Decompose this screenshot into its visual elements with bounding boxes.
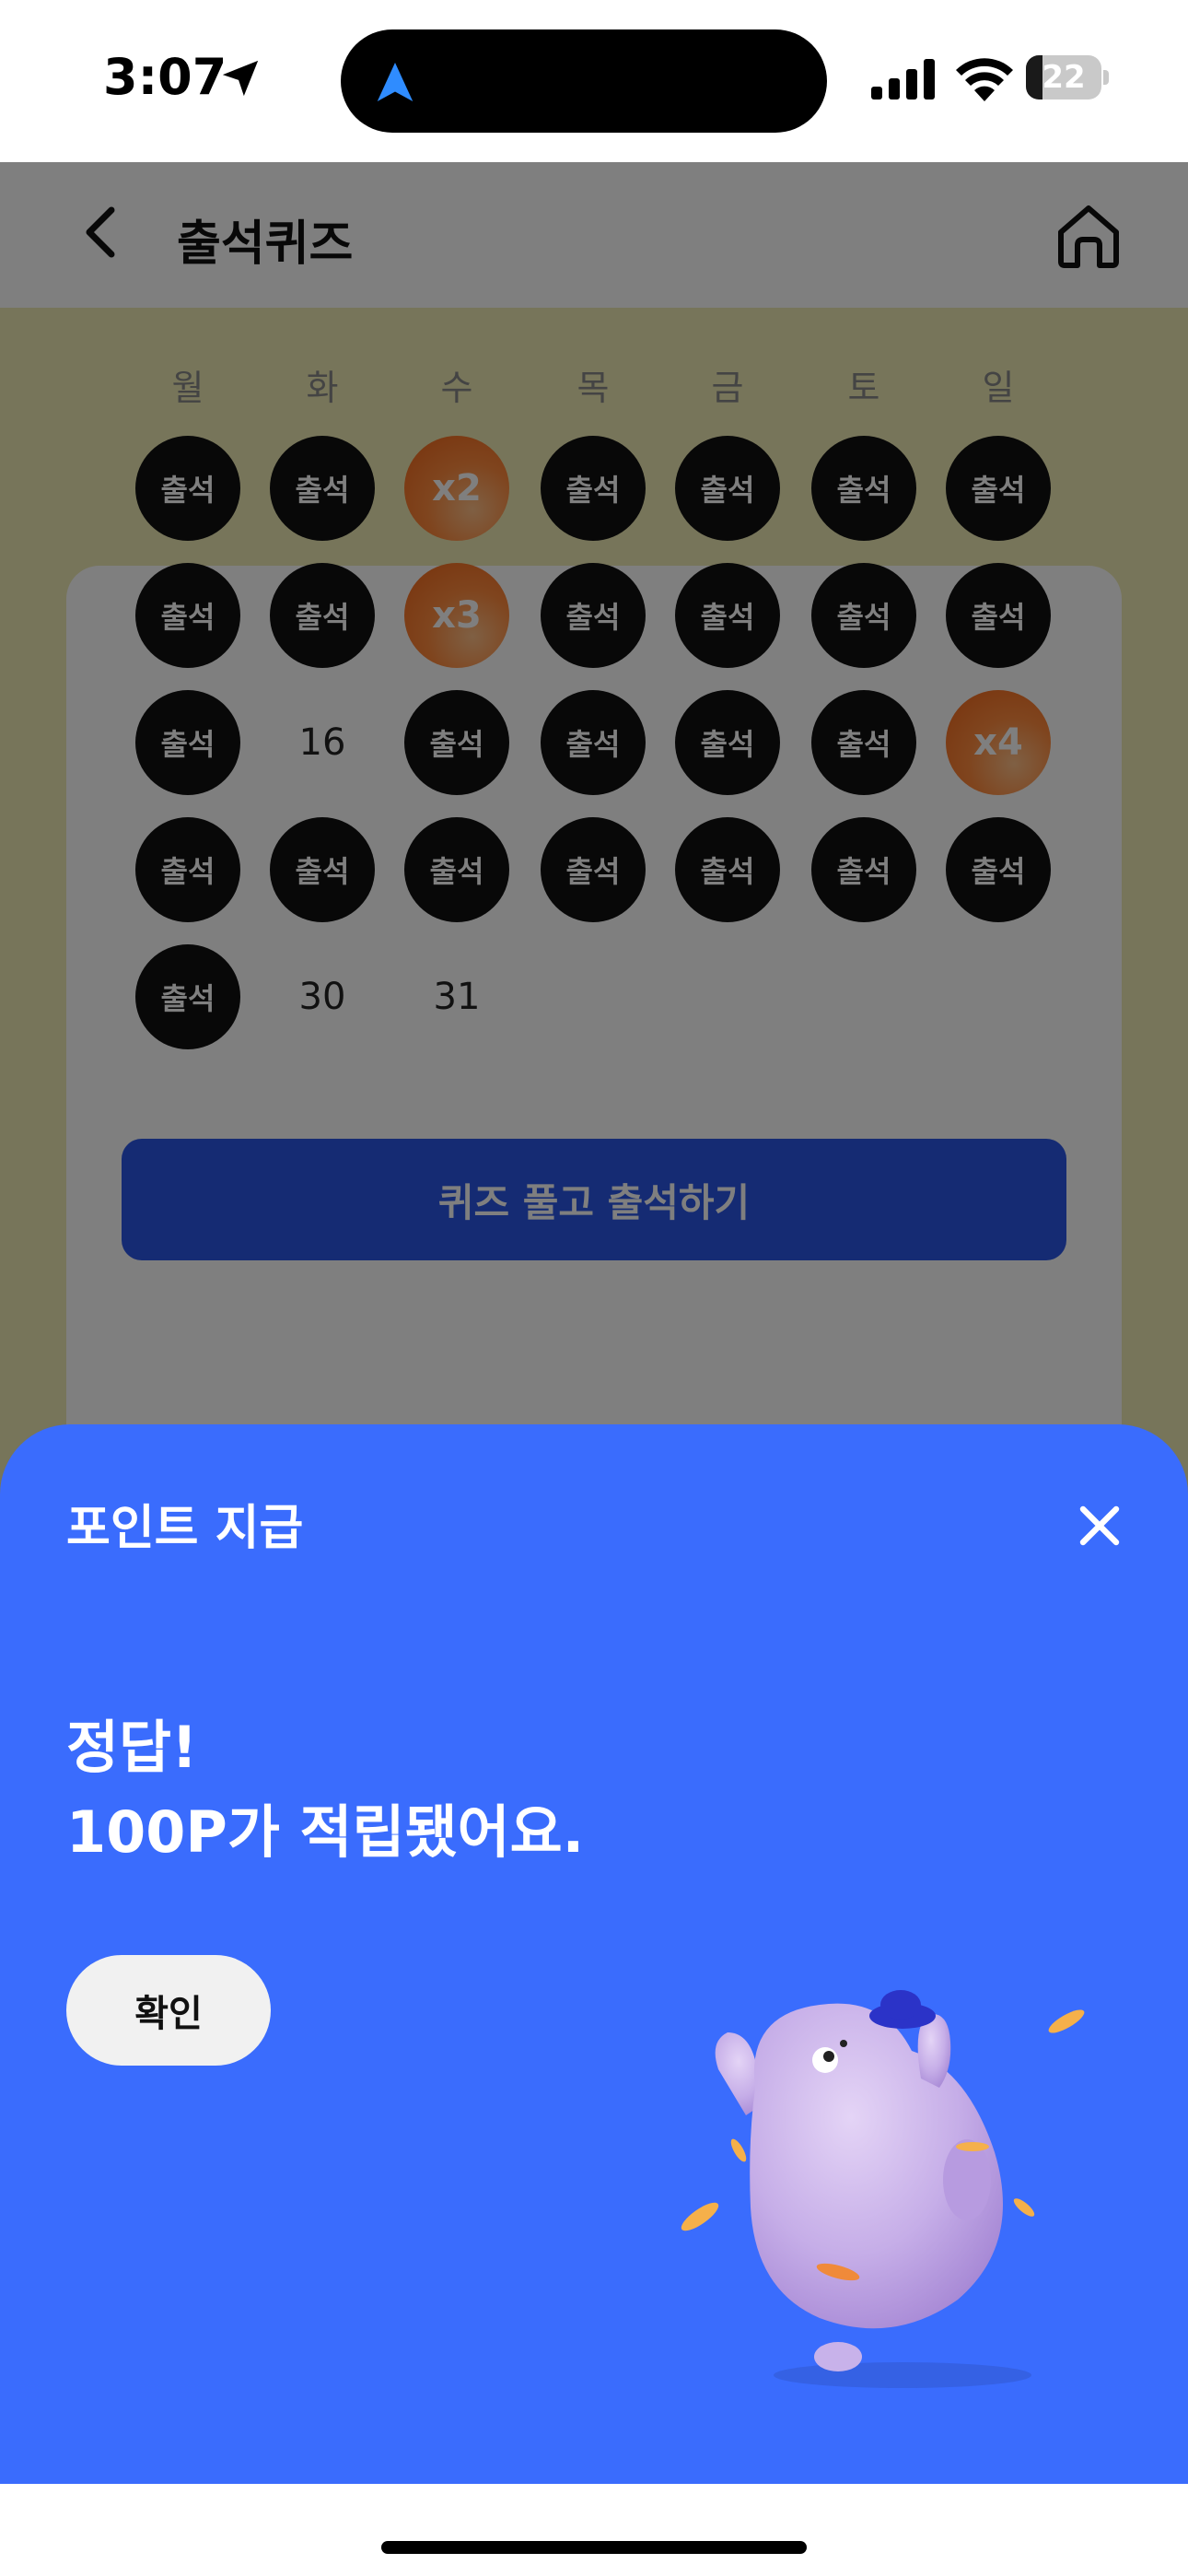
location-arrow-icon bbox=[222, 60, 259, 97]
result-message-line1: 정답! bbox=[66, 1714, 198, 1781]
result-message-line2: 100P가 적립됐어요. bbox=[66, 1798, 585, 1866]
sheet-title: 포인트 지급 bbox=[66, 1501, 304, 1556]
status-time: 3:07 bbox=[103, 48, 227, 106]
home-indicator[interactable] bbox=[381, 2541, 807, 2554]
status-bar: 3:07 22 bbox=[0, 0, 1188, 162]
home-indicator-area bbox=[0, 2484, 1188, 2576]
cellular-signal-icon bbox=[871, 59, 935, 100]
points-bottom-sheet: 포인트 지급 정답! 100P가 적립됐어요. 확인 bbox=[0, 1424, 1188, 2484]
battery-icon: 22 bbox=[1026, 55, 1109, 101]
wifi-icon bbox=[956, 58, 1013, 101]
navigation-arrow-icon bbox=[377, 63, 413, 101]
close-icon[interactable] bbox=[1074, 1500, 1125, 1551]
mascot-character-icon bbox=[681, 1990, 1085, 2388]
dim-overlay[interactable] bbox=[0, 162, 1188, 1618]
battery-percent: 22 bbox=[1042, 59, 1086, 96]
confirm-button[interactable]: 확인 bbox=[66, 1955, 271, 2066]
